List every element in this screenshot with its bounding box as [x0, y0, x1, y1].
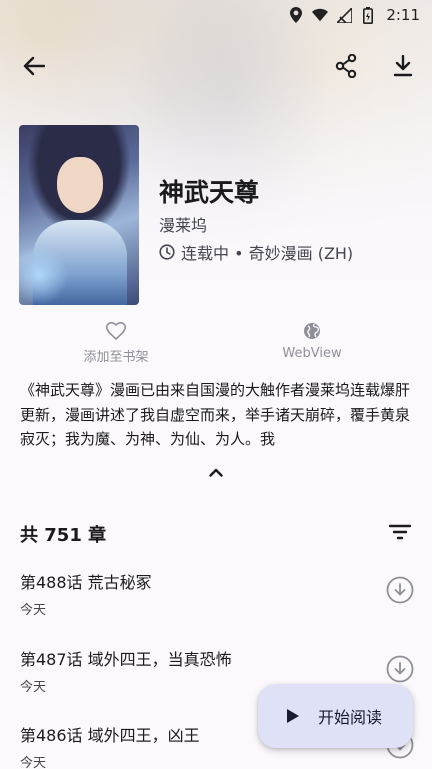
chapter-date: 今天	[20, 603, 47, 618]
chapter-download-button[interactable]	[385, 654, 415, 684]
download-button[interactable]	[381, 44, 425, 88]
chapter-date: 今天	[20, 756, 47, 769]
cover-glow	[19, 245, 69, 305]
cover-face	[57, 157, 103, 213]
add-to-library-label: 添加至书架	[83, 350, 149, 365]
manga-author[interactable]: 漫莱坞	[159, 212, 207, 236]
chapter-title: 第488话 荒古秘冢	[20, 573, 152, 592]
download-circle-icon	[386, 576, 414, 604]
heart-outline-icon	[106, 322, 126, 340]
back-arrow-icon	[23, 56, 45, 76]
download-icon	[393, 55, 413, 77]
chevron-up-icon	[209, 468, 223, 477]
status-bar: 2:11	[0, 0, 432, 30]
manga-cover[interactable]	[19, 125, 139, 305]
signal-icon	[336, 7, 352, 23]
top-app-bar	[0, 44, 432, 92]
chapter-download-button[interactable]	[385, 575, 415, 605]
chapter-title: 第487话 域外四王，当真恐怖	[20, 650, 232, 669]
chapter-title: 第486话 域外四王，凶王	[20, 726, 200, 745]
status-time: 2:11	[386, 6, 420, 24]
filter-icon	[389, 524, 411, 540]
collapse-description-button[interactable]	[204, 460, 228, 484]
start-reading-fab[interactable]: 开始阅读	[258, 684, 413, 748]
chapter-count: 共 751 章	[20, 525, 107, 546]
download-circle-icon	[386, 655, 414, 683]
wifi-icon	[312, 7, 329, 23]
play-icon	[287, 709, 299, 723]
clock-icon	[159, 244, 175, 260]
chapter-date: 今天	[20, 680, 47, 695]
share-button[interactable]	[324, 44, 368, 88]
globe-icon	[304, 323, 320, 339]
status-source-text: 连载中 • 奇妙漫画 (ZH)	[181, 244, 354, 263]
battery-icon	[360, 6, 376, 24]
manga-description[interactable]: 《神武天尊》漫画已由来自国漫的大触作者漫莱坞连载爆肝更新，漫画讲述了我自虚空而来…	[20, 378, 414, 451]
webview-label: WebView	[282, 346, 342, 361]
manga-status-source: 连载中 • 奇妙漫画 (ZH)	[159, 240, 353, 264]
chapter-row[interactable]: 第488话 荒古秘冢 今天	[0, 569, 432, 645]
share-icon	[335, 54, 357, 78]
back-button[interactable]	[12, 44, 56, 88]
chapter-filter-button[interactable]	[380, 512, 420, 552]
location-icon	[288, 7, 304, 23]
add-to-library-button[interactable]: 添加至书架	[46, 322, 186, 365]
webview-button[interactable]: WebView	[242, 322, 382, 361]
manga-title[interactable]: 神武天尊	[159, 173, 259, 209]
start-reading-label: 开始阅读	[318, 708, 383, 727]
